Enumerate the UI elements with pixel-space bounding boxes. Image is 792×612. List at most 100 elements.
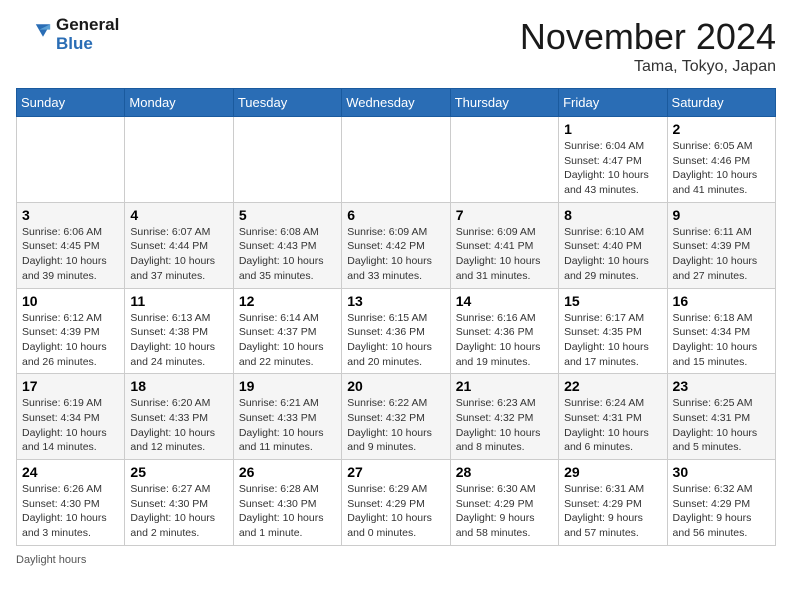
legend: Daylight hours [16, 554, 776, 566]
calendar-cell [17, 117, 125, 203]
day-number: 12 [239, 293, 336, 309]
week-row-4: 24 Sunrise: 6:26 AM Sunset: 4:30 PM Dayli… [17, 460, 776, 546]
calendar-cell: 17Sunrise: 6:19 AM Sunset: 4:34 PM Dayli… [17, 374, 125, 460]
calendar-cell: 10 Sunrise: 6:12 AM Sunset: 4:39 PM Dayli… [17, 288, 125, 374]
day-info: Sunrise: 6:21 AM Sunset: 4:33 PM Dayligh… [239, 396, 336, 455]
calendar-cell: 14 Sunrise: 6:16 AM Sunset: 4:36 PM Dayli… [450, 288, 558, 374]
day-info: Sunrise: 6:22 AM Sunset: 4:32 PM Dayligh… [347, 396, 444, 455]
day-number: 25 [130, 464, 227, 480]
calendar-cell: 29 Sunrise: 6:31 AM Sunset: 4:29 PM Dayli… [559, 460, 667, 546]
week-row-0: 1 Sunrise: 6:04 AM Sunset: 4:47 PM Daylig… [17, 117, 776, 203]
logo: General Blue [16, 16, 119, 53]
weekday-header-friday: Friday [559, 89, 667, 117]
weekday-header-wednesday: Wednesday [342, 89, 450, 117]
weekday-header-row: SundayMondayTuesdayWednesdayThursdayFrid… [17, 89, 776, 117]
weekday-header-thursday: Thursday [450, 89, 558, 117]
legend-item: Daylight hours [16, 554, 86, 566]
daylight-label: Daylight hours [16, 554, 86, 566]
day-number: 15 [564, 293, 661, 309]
day-info: Sunrise: 6:16 AM Sunset: 4:36 PM Dayligh… [456, 311, 553, 370]
day-info: Sunrise: 6:26 AM Sunset: 4:30 PM Dayligh… [22, 482, 119, 541]
day-number: 4 [130, 207, 227, 223]
day-info: Sunrise: 6:18 AM Sunset: 4:34 PM Dayligh… [673, 311, 770, 370]
weekday-header-sunday: Sunday [17, 89, 125, 117]
day-info: Sunrise: 6:07 AM Sunset: 4:44 PM Dayligh… [130, 225, 227, 284]
calendar-cell: 28 Sunrise: 6:30 AM Sunset: 4:29 PM Dayli… [450, 460, 558, 546]
day-info: Sunrise: 6:12 AM Sunset: 4:39 PM Dayligh… [22, 311, 119, 370]
calendar-cell: 16 Sunrise: 6:18 AM Sunset: 4:34 PM Dayli… [667, 288, 775, 374]
day-number: 5 [239, 207, 336, 223]
day-info: Sunrise: 6:27 AM Sunset: 4:30 PM Dayligh… [130, 482, 227, 541]
day-number: 8 [564, 207, 661, 223]
calendar-cell: 4 Sunrise: 6:07 AM Sunset: 4:44 PM Daylig… [125, 202, 233, 288]
day-number: 7 [456, 207, 553, 223]
calendar-cell: 20 Sunrise: 6:22 AM Sunset: 4:32 PM Dayli… [342, 374, 450, 460]
day-info: Sunrise: 6:15 AM Sunset: 4:36 PM Dayligh… [347, 311, 444, 370]
weekday-header-saturday: Saturday [667, 89, 775, 117]
calendar-cell: 2 Sunrise: 6:05 AM Sunset: 4:46 PM Daylig… [667, 117, 775, 203]
day-number: 17 [22, 378, 119, 394]
calendar-cell [450, 117, 558, 203]
week-row-3: 17Sunrise: 6:19 AM Sunset: 4:34 PM Dayli… [17, 374, 776, 460]
day-number: 10 [22, 293, 119, 309]
day-number: 9 [673, 207, 770, 223]
calendar-cell [125, 117, 233, 203]
day-info: Sunrise: 6:13 AM Sunset: 4:38 PM Dayligh… [130, 311, 227, 370]
day-info: Sunrise: 6:04 AM Sunset: 4:47 PM Dayligh… [564, 139, 661, 198]
calendar-cell: 19 Sunrise: 6:21 AM Sunset: 4:33 PM Dayli… [233, 374, 341, 460]
calendar-cell: 7 Sunrise: 6:09 AM Sunset: 4:41 PM Daylig… [450, 202, 558, 288]
calendar-cell: 26 Sunrise: 6:28 AM Sunset: 4:30 PM Dayli… [233, 460, 341, 546]
calendar-cell: 15 Sunrise: 6:17 AM Sunset: 4:35 PM Dayli… [559, 288, 667, 374]
calendar-cell: 27Sunrise: 6:29 AM Sunset: 4:29 PM Dayli… [342, 460, 450, 546]
calendar-cell: 9Sunrise: 6:11 AM Sunset: 4:39 PM Daylig… [667, 202, 775, 288]
day-number: 1 [564, 121, 661, 137]
calendar-cell: 13 Sunrise: 6:15 AM Sunset: 4:36 PM Dayli… [342, 288, 450, 374]
weekday-header-tuesday: Tuesday [233, 89, 341, 117]
calendar-cell: 22Sunrise: 6:24 AM Sunset: 4:31 PM Dayli… [559, 374, 667, 460]
day-info: Sunrise: 6:31 AM Sunset: 4:29 PM Dayligh… [564, 482, 661, 541]
calendar-cell: 18 Sunrise: 6:20 AM Sunset: 4:33 PM Dayli… [125, 374, 233, 460]
day-number: 2 [673, 121, 770, 137]
day-number: 26 [239, 464, 336, 480]
day-info: Sunrise: 6:30 AM Sunset: 4:29 PM Dayligh… [456, 482, 553, 541]
day-info: Sunrise: 6:14 AM Sunset: 4:37 PM Dayligh… [239, 311, 336, 370]
day-info: Sunrise: 6:32 AM Sunset: 4:29 PM Dayligh… [673, 482, 770, 541]
day-number: 6 [347, 207, 444, 223]
day-info: Sunrise: 6:17 AM Sunset: 4:35 PM Dayligh… [564, 311, 661, 370]
calendar-cell: 11Sunrise: 6:13 AM Sunset: 4:38 PM Dayli… [125, 288, 233, 374]
day-info: Sunrise: 6:29 AM Sunset: 4:29 PM Dayligh… [347, 482, 444, 541]
calendar-cell: 24 Sunrise: 6:26 AM Sunset: 4:30 PM Dayli… [17, 460, 125, 546]
header: General Blue November 2024 Tama, Tokyo, … [16, 16, 776, 76]
day-info: Sunrise: 6:09 AM Sunset: 4:42 PM Dayligh… [347, 225, 444, 284]
calendar-table: SundayMondayTuesdayWednesdayThursdayFrid… [16, 88, 776, 546]
calendar-cell: 21Sunrise: 6:23 AM Sunset: 4:32 PM Dayli… [450, 374, 558, 460]
logo-text: General Blue [56, 16, 119, 53]
day-info: Sunrise: 6:23 AM Sunset: 4:32 PM Dayligh… [456, 396, 553, 455]
day-number: 28 [456, 464, 553, 480]
day-info: Sunrise: 6:09 AM Sunset: 4:41 PM Dayligh… [456, 225, 553, 284]
calendar-cell [342, 117, 450, 203]
week-row-1: 3Sunrise: 6:06 AM Sunset: 4:45 PM Daylig… [17, 202, 776, 288]
day-info: Sunrise: 6:25 AM Sunset: 4:31 PM Dayligh… [673, 396, 770, 455]
calendar-cell: 8Sunrise: 6:10 AM Sunset: 4:40 PM Daylig… [559, 202, 667, 288]
day-info: Sunrise: 6:20 AM Sunset: 4:33 PM Dayligh… [130, 396, 227, 455]
day-number: 20 [347, 378, 444, 394]
day-number: 13 [347, 293, 444, 309]
calendar-cell: 30Sunrise: 6:32 AM Sunset: 4:29 PM Dayli… [667, 460, 775, 546]
calendar-cell: 3Sunrise: 6:06 AM Sunset: 4:45 PM Daylig… [17, 202, 125, 288]
calendar-cell: 5 Sunrise: 6:08 AM Sunset: 4:43 PM Daylig… [233, 202, 341, 288]
day-number: 18 [130, 378, 227, 394]
day-info: Sunrise: 6:05 AM Sunset: 4:46 PM Dayligh… [673, 139, 770, 198]
location-title: Tama, Tokyo, Japan [520, 58, 776, 76]
day-info: Sunrise: 6:08 AM Sunset: 4:43 PM Dayligh… [239, 225, 336, 284]
day-info: Sunrise: 6:28 AM Sunset: 4:30 PM Dayligh… [239, 482, 336, 541]
day-number: 24 [22, 464, 119, 480]
day-number: 29 [564, 464, 661, 480]
page-container: General Blue November 2024 Tama, Tokyo, … [16, 16, 776, 566]
day-number: 19 [239, 378, 336, 394]
day-number: 14 [456, 293, 553, 309]
logo-icon [16, 17, 52, 53]
day-info: Sunrise: 6:24 AM Sunset: 4:31 PM Dayligh… [564, 396, 661, 455]
day-number: 16 [673, 293, 770, 309]
calendar-cell: 23Sunrise: 6:25 AM Sunset: 4:31 PM Dayli… [667, 374, 775, 460]
